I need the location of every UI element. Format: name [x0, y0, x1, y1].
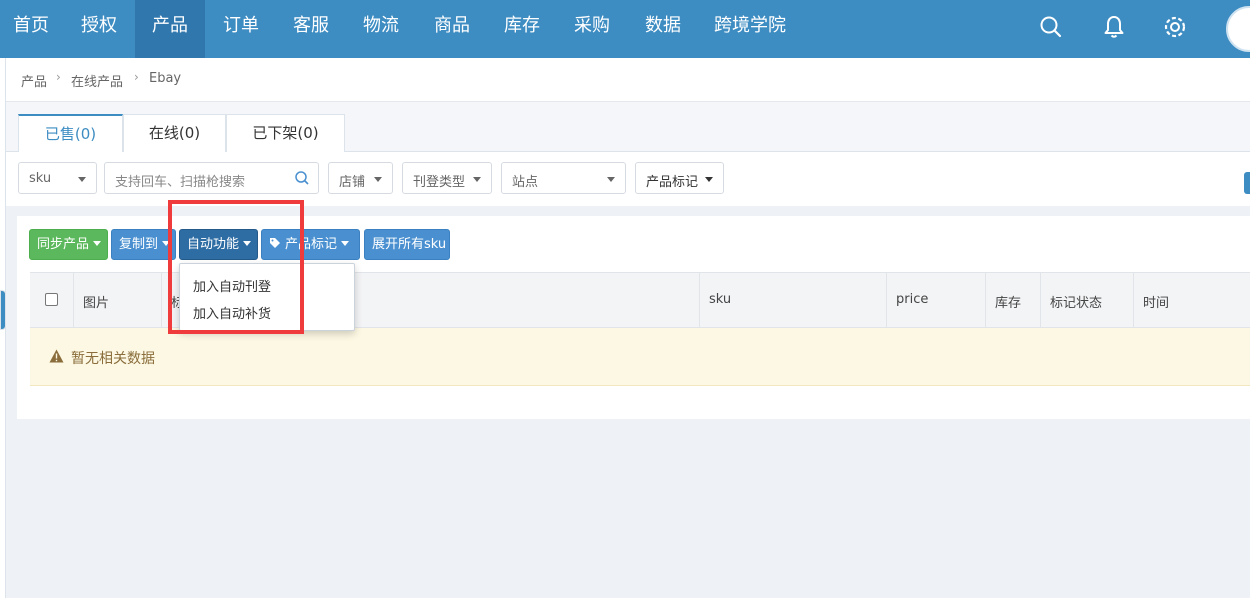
- search-input[interactable]: 支持回车、扫描枪搜索: [104, 162, 319, 194]
- nav-item-purchase[interactable]: 采购: [557, 0, 627, 58]
- tab-delisted[interactable]: 已下架(0): [226, 114, 345, 153]
- expand-all-sku-label: 展开所有sku: [372, 237, 447, 252]
- expand-all-sku-button[interactable]: 展开所有sku: [364, 229, 450, 260]
- empty-state-text: 暂无相关数据: [71, 351, 155, 367]
- column-header-image: 图片: [83, 296, 110, 311]
- nav-item-inventory[interactable]: 库存: [487, 0, 557, 58]
- caret-down-icon: [705, 177, 713, 182]
- column-divider: [73, 273, 74, 328]
- column-divider: [985, 273, 986, 328]
- select-all-checkbox[interactable]: [45, 293, 58, 306]
- nav-item-product[interactable]: 产品: [135, 0, 205, 58]
- breadcrumb: 产品 › 在线产品 › Ebay: [6, 58, 1250, 102]
- column-divider: [161, 273, 162, 328]
- copy-to-button[interactable]: 复制到: [111, 229, 176, 260]
- tab-bar: 已售(0) 在线(0) 已下架(0): [6, 102, 1250, 153]
- caret-down-icon: [341, 241, 350, 246]
- caret-down-icon: [473, 177, 481, 182]
- site-select-label: 站点: [512, 175, 539, 190]
- caret-down-icon: [607, 177, 615, 182]
- empty-state: 暂无相关数据: [30, 328, 1250, 386]
- sync-products-label: 同步产品: [37, 237, 90, 252]
- right-edge-button[interactable]: [1244, 172, 1250, 194]
- column-header-time: 时间: [1143, 296, 1170, 311]
- store-select[interactable]: 店铺: [328, 162, 393, 194]
- top-nav: 首页 授权 产品 订单 客服 物流 商品 库存 采购 数据 跨境学院: [0, 0, 1250, 58]
- nav-item-orders[interactable]: 订单: [206, 0, 276, 58]
- copy-to-label: 复制到: [119, 237, 159, 252]
- bell-icon[interactable]: [1101, 14, 1127, 40]
- column-header-price: price: [896, 292, 929, 307]
- column-header-tag-status: 标记状态: [1050, 296, 1103, 311]
- breadcrumb-current: Ebay: [149, 71, 182, 86]
- gear-icon[interactable]: [1162, 14, 1188, 40]
- store-select-label: 店铺: [339, 175, 366, 190]
- highlight-box: [168, 200, 304, 334]
- caret-down-icon: [93, 241, 102, 246]
- nav-item-data[interactable]: 数据: [628, 0, 698, 58]
- caret-down-icon: [78, 177, 86, 182]
- site-select[interactable]: 站点: [501, 162, 626, 194]
- warning-icon: [49, 349, 64, 363]
- search-placeholder: 支持回车、扫描枪搜索: [115, 175, 246, 190]
- chevron-right-icon: ›: [134, 70, 139, 84]
- sku-select-label: sku: [29, 171, 52, 186]
- column-divider: [1133, 273, 1134, 328]
- sku-select[interactable]: sku: [18, 162, 97, 194]
- listing-type-label: 刊登类型: [413, 175, 466, 190]
- listing-type-select[interactable]: 刊登类型: [402, 162, 492, 194]
- breadcrumb-item[interactable]: 产品: [21, 71, 47, 90]
- product-tag-filter[interactable]: 产品标记: [635, 162, 724, 194]
- column-header-stock: 库存: [995, 296, 1022, 311]
- tab-online[interactable]: 在线(0): [123, 114, 226, 153]
- column-divider: [1040, 273, 1041, 328]
- search-icon[interactable]: [1038, 14, 1064, 40]
- breadcrumb-item[interactable]: 在线产品: [71, 71, 123, 90]
- column-divider: [699, 273, 700, 328]
- product-tag-filter-label: 产品标记: [646, 175, 699, 190]
- column-divider: [886, 273, 887, 328]
- nav-item-academy[interactable]: 跨境学院: [700, 0, 800, 58]
- column-header-sku: sku: [709, 292, 732, 307]
- nav-item-auth[interactable]: 授权: [64, 0, 134, 58]
- tab-sold[interactable]: 已售(0): [18, 114, 123, 153]
- chevron-right-icon: ›: [56, 70, 61, 84]
- search-icon[interactable]: [294, 170, 310, 186]
- sidebar-toggle[interactable]: [0, 290, 6, 330]
- nav-item-logistics[interactable]: 物流: [346, 0, 416, 58]
- caret-down-icon: [374, 177, 382, 182]
- nav-item-goods[interactable]: 商品: [417, 0, 487, 58]
- nav-item-home[interactable]: 首页: [0, 0, 62, 58]
- filter-bar: sku 支持回车、扫描枪搜索 店铺 刊登类型 站点 产品标记: [6, 152, 1250, 206]
- sync-products-button[interactable]: 同步产品: [29, 229, 108, 260]
- nav-item-service[interactable]: 客服: [276, 0, 346, 58]
- avatar[interactable]: [1226, 6, 1250, 52]
